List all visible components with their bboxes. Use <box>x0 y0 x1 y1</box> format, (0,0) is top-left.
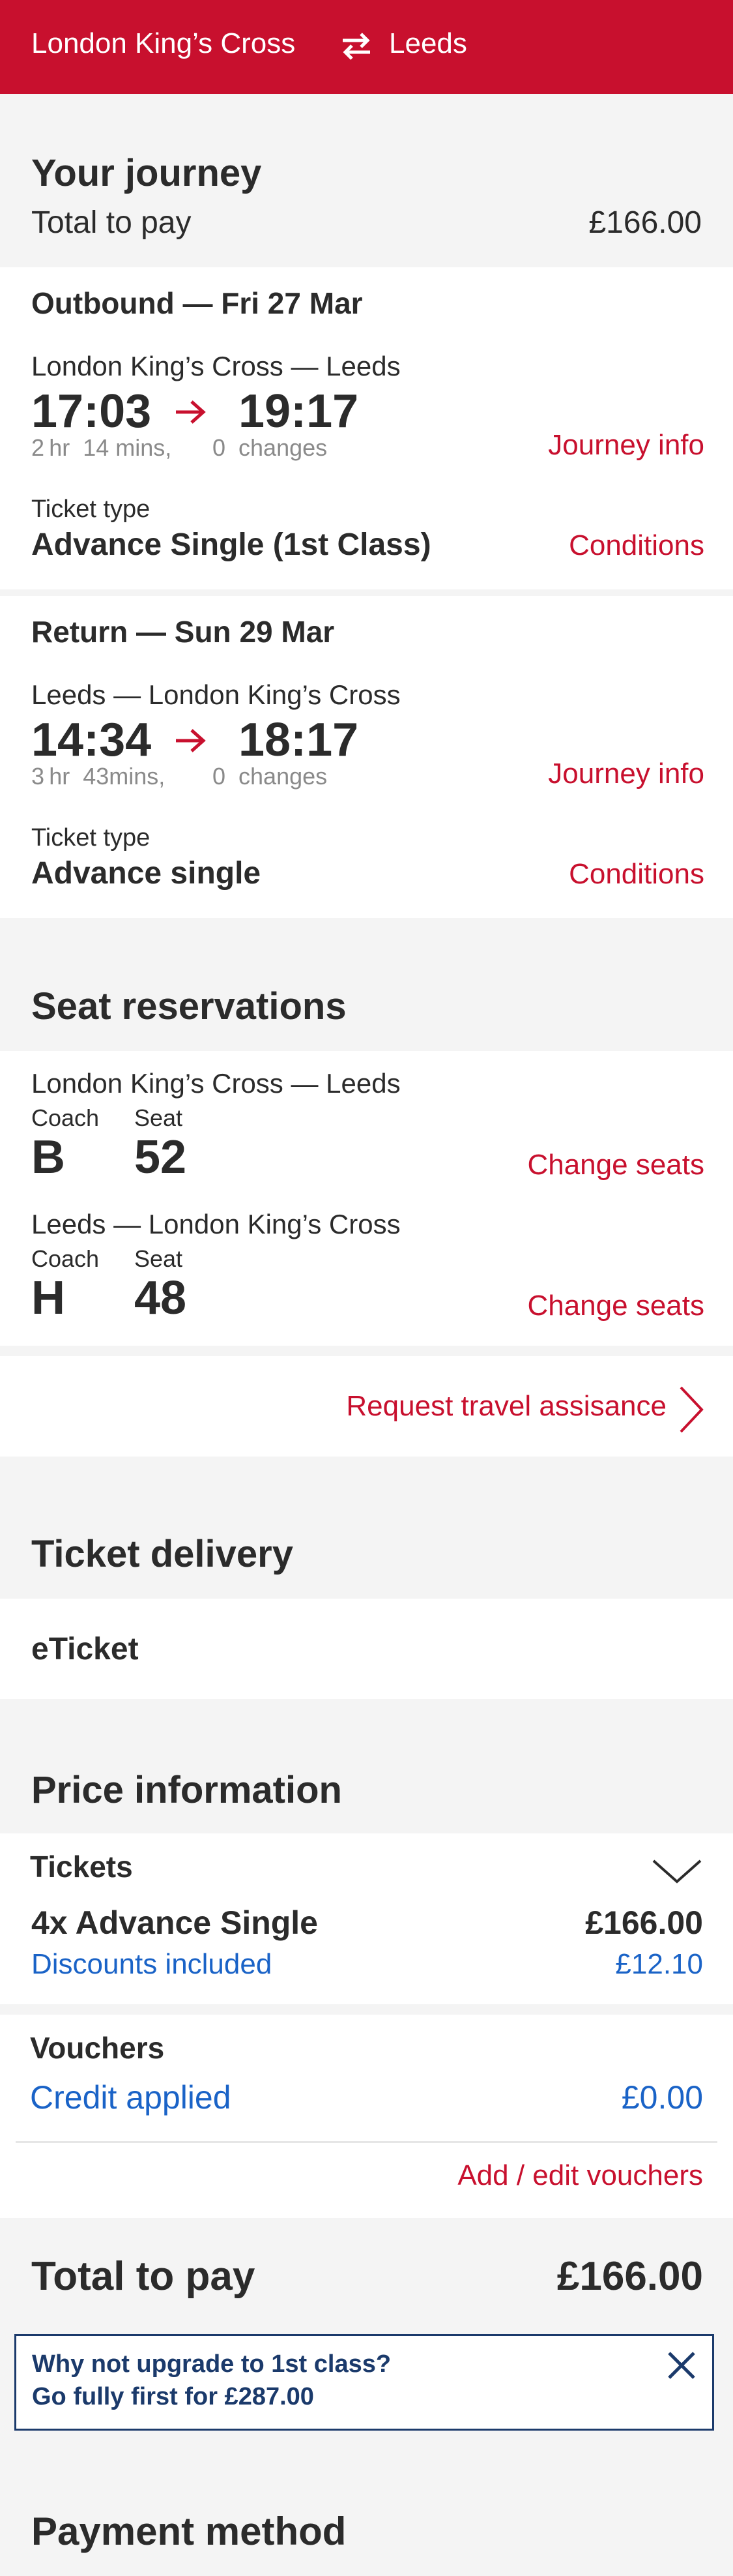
seat-route: London King’s Cross — Leeds <box>31 1068 401 1099</box>
return-route: Leeds — London King’s Cross <box>31 679 401 710</box>
ticket-amount: £166.00 <box>585 1904 703 1941</box>
seats-card: London King’s Cross — Leeds Coach Seat B… <box>0 1051 733 1346</box>
swap-arrows-icon[interactable] <box>340 31 373 60</box>
vouchers-card: Vouchers Credit applied £0.00 Add / edit… <box>0 2015 733 2218</box>
return-ticket-type: Advance single <box>31 856 261 891</box>
outbound-ticket-type: Advance Single (1st Class) <box>31 527 431 562</box>
ticket-line: 4x Advance Single <box>31 1904 318 1941</box>
delivery-method: eTicket <box>31 1632 139 1666</box>
outbound-route: London King’s Cross — Leeds <box>31 351 401 381</box>
return-changes: 0 changes <box>212 763 328 790</box>
journey-total-label: Total to pay <box>31 205 192 240</box>
return-card: Return — Sun 29 Mar Leeds — London King’… <box>0 596 733 918</box>
origin-station: London King’s Cross <box>31 27 296 59</box>
outbound-title: Outbound — Fri 27 Mar <box>31 286 363 320</box>
credit-label: Credit applied <box>30 2079 231 2116</box>
change-seats-link[interactable]: Change seats <box>527 1290 704 1322</box>
upgrade-banner[interactable]: Why not upgrade to 1st class? Go fully f… <box>14 2334 714 2431</box>
chevron-right-icon[interactable] <box>677 1385 706 1434</box>
destination-station: Leeds <box>389 27 467 59</box>
price-heading: Price information <box>31 1769 342 1811</box>
return-depart-time: 14:34 <box>31 714 152 766</box>
discounts-label: Discounts included <box>31 1948 272 1980</box>
discounts-amount: £12.10 <box>615 1948 703 1980</box>
divider <box>16 2141 717 2143</box>
travel-assistance-row[interactable]: Request travel assisance <box>0 1356 733 1457</box>
seats-heading: Seat reservations <box>31 985 347 1028</box>
coach-value: H <box>31 1272 65 1324</box>
seat-value: 48 <box>134 1272 187 1324</box>
change-seats-link[interactable]: Change seats <box>527 1149 704 1181</box>
outbound-journey-info-link[interactable]: Journey info <box>548 429 704 462</box>
return-title: Return — Sun 29 Mar <box>31 615 335 649</box>
coach-label: Coach <box>31 1245 100 1272</box>
return-conditions-link[interactable]: Conditions <box>569 858 704 891</box>
delivery-card: eTicket <box>0 1599 733 1699</box>
seat-value: 52 <box>134 1131 187 1183</box>
outbound-depart-time: 17:03 <box>31 385 152 437</box>
coach-label: Coach <box>31 1104 100 1131</box>
outbound-changes: 0 changes <box>212 434 328 461</box>
seat-label: Seat <box>134 1245 183 1272</box>
delivery-heading: Ticket delivery <box>31 1533 293 1575</box>
credit-amount: £0.00 <box>621 2079 703 2116</box>
close-icon[interactable] <box>665 2349 698 2382</box>
vouchers-label: Vouchers <box>30 2031 165 2065</box>
return-journey-info-link[interactable]: Journey info <box>548 758 704 790</box>
return-arrive-time: 18:17 <box>238 714 359 766</box>
tickets-label: Tickets <box>30 1850 133 1884</box>
chevron-down-icon[interactable] <box>651 1857 703 1886</box>
total-value: £166.00 <box>556 2254 703 2299</box>
seat-label: Seat <box>134 1104 183 1131</box>
payment-heading: Payment method <box>31 2509 347 2553</box>
outbound-ticket-type-label: Ticket type <box>31 496 151 523</box>
journey-heading: Your journey <box>31 152 262 194</box>
travel-assistance-link[interactable]: Request travel assisance <box>346 1390 667 1423</box>
outbound-conditions-link[interactable]: Conditions <box>569 529 704 562</box>
edit-vouchers-link[interactable]: Add / edit vouchers <box>457 2159 703 2192</box>
upgrade-line2: Go fully first for £287.00 <box>32 2383 314 2410</box>
return-duration: 3 hr 43mins, <box>31 763 165 790</box>
arrow-right-icon <box>176 729 206 752</box>
price-tickets-card: Tickets 4x Advance Single £166.00 Discou… <box>0 1833 733 2004</box>
total-label: Total to pay <box>31 2254 255 2299</box>
coach-value: B <box>31 1131 65 1183</box>
journey-total-value: £166.00 <box>588 205 702 240</box>
arrow-right-icon <box>176 400 206 424</box>
outbound-card: Outbound — Fri 27 Mar London King’s Cros… <box>0 267 733 589</box>
return-ticket-type-label: Ticket type <box>31 824 151 851</box>
upgrade-line1: Why not upgrade to 1st class? <box>32 2350 392 2378</box>
header-bar: London King’s Cross Leeds <box>0 0 733 94</box>
seat-route: Leeds — London King’s Cross <box>31 1209 401 1239</box>
outbound-arrive-time: 19:17 <box>238 385 359 437</box>
outbound-duration: 2 hr 14 mins, <box>31 434 172 461</box>
